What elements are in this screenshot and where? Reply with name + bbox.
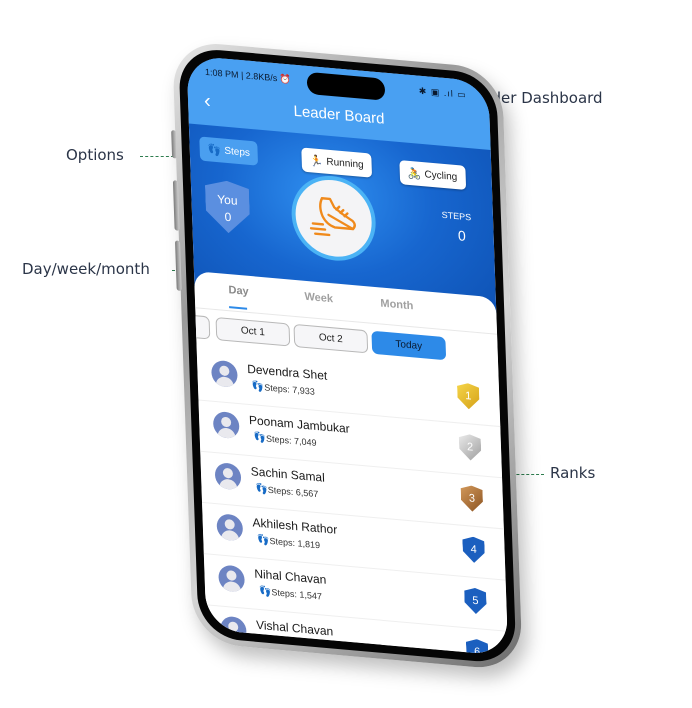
active-tab-indicator [229,306,248,310]
tab-day[interactable]: Day [228,284,249,298]
avatar [218,564,246,593]
footprints-icon: 👣 [251,381,265,394]
user-steps: 👣Steps: 7,933 [252,381,315,398]
steps-text: Steps: 1,390 [272,638,324,653]
footprints-icon: 👣 [258,585,272,599]
status-bar-left: 1:08 PM | 2.8KB/s ⏰ [204,66,292,85]
user-name: Devendra Shet [246,361,328,383]
date-chip-oct-2[interactable]: Oct 2 [293,323,369,354]
running-shoe-icon [309,197,356,237]
user-steps: 👣Steps: 1,819 [257,535,320,552]
footprints-icon: 👣 [255,483,269,496]
footprints-icon: 👣 [207,143,222,157]
dynamic-island [306,71,386,101]
rank-badge-silver: 2 [459,433,482,461]
you-label: You [217,192,238,208]
leaderboard-list: Devendra Shet 👣Steps: 7,933 1 Poonam Jam… [196,349,509,656]
user-steps: 👣Steps: 1,547 [259,586,322,603]
user-name: Sachin Samal [250,464,326,485]
annotation-day-week-month: Day/week/month [22,260,150,278]
rank-badge: 5 [464,587,487,615]
user-name: Vishal Chavan [255,617,334,639]
steps-text: Steps: 7,049 [265,433,317,448]
steps-text: Steps: 1,819 [269,535,321,551]
footprints-icon: 👣 [253,432,267,445]
option-label: Running [326,156,364,171]
tab-week[interactable]: Week [304,291,333,306]
option-label: Cycling [424,168,458,183]
cyclist-icon: 🚴 [407,167,422,181]
steps-text: Steps: 6,567 [267,484,319,500]
annotation-options: Options [66,146,124,164]
rank-badge-gold: 1 [457,382,480,410]
steps-text: Steps: 7,933 [264,382,315,397]
avatar [212,410,240,440]
avatar [214,461,242,491]
user-steps: 👣Steps: 7,049 [253,432,316,449]
leaderboard-panel: Day Week Month Oct 1 Oct 2 Today Devendr… [186,271,509,656]
rank-badge: 6 [466,638,489,656]
steps-value: 0 [457,227,467,244]
status-bar-icons: ✱ ▣ .ıl ▭ [418,85,468,100]
app-screen: 1:08 PM | 2.8KB/s ⏰ ✱ ▣ .ıl ▭ ‹ Leader B… [186,55,509,656]
user-name: Nihal Chavan [254,566,327,587]
avatar [219,615,247,644]
user-steps: 👣Steps: 1,390 [261,637,324,654]
user-steps: 👣Steps: 6,567 [255,484,318,501]
avatar [216,513,244,542]
annotation-ranks: Ranks [550,464,596,482]
rank-badge: 4 [462,536,485,564]
rank-badge-bronze: 3 [460,485,483,513]
option-label: Steps [224,145,251,159]
footprints-icon: 👣 [260,637,274,650]
tab-month[interactable]: Month [380,297,413,312]
phone-frame: 1:08 PM | 2.8KB/s ⏰ ✱ ▣ .ıl ▭ ‹ Leader B… [171,40,523,672]
avatar [211,359,238,388]
option-steps[interactable]: 👣 Steps [199,136,259,166]
date-chip-today[interactable]: Today [371,330,447,361]
phone-mockup: 1:08 PM | 2.8KB/s ⏰ ✱ ▣ .ıl ▭ ‹ Leader B… [150,30,550,672]
mute-switch [171,129,178,159]
user-name: Akhilesh Rathor [252,515,338,537]
date-chip-oct-1[interactable]: Oct 1 [215,316,291,347]
runner-icon: 🏃 [309,154,324,168]
volume-up-button [172,180,180,231]
volume-down-button [174,240,182,292]
steps-text: Steps: 1,547 [271,587,323,602]
footprints-icon: 👣 [256,534,270,547]
phone-bezel: 1:08 PM | 2.8KB/s ⏰ ✱ ▣ .ıl ▭ ‹ Leader B… [178,46,517,665]
date-chip-previous[interactable] [186,309,211,340]
